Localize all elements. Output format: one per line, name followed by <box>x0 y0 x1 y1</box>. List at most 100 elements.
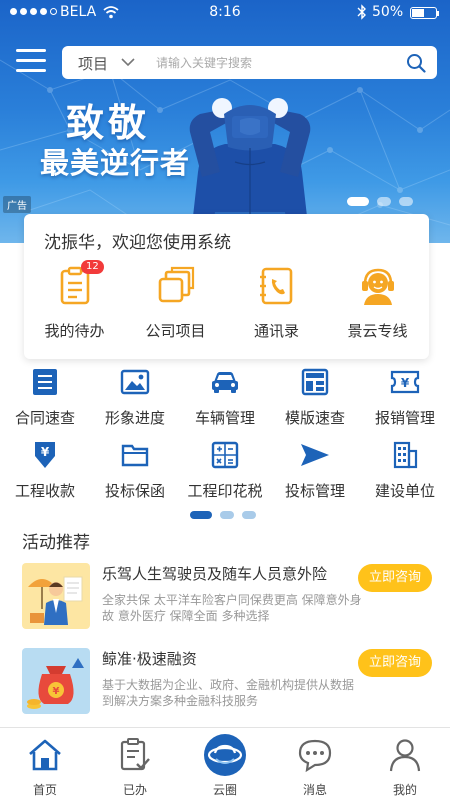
folder-icon <box>121 444 149 467</box>
user-icon <box>389 739 421 772</box>
grid-page-dot[interactable] <box>242 511 256 519</box>
banner-slogan-line2: 最美逆行者 <box>40 145 191 180</box>
grid-item-reimbursement[interactable]: ¥ 报销管理 <box>360 363 450 428</box>
image-icon <box>120 369 150 395</box>
insurance-person-icon <box>22 563 90 629</box>
cloud-circle-icon <box>204 734 246 776</box>
banner-dot[interactable] <box>399 197 413 206</box>
consult-button[interactable]: 立即咨询 <box>358 564 432 592</box>
grid-item-stamp-tax[interactable]: 工程印花税 <box>180 436 270 501</box>
car-icon <box>212 372 238 393</box>
grid-page-dot[interactable] <box>190 511 212 519</box>
activity-title: 乐驾人生驾驶员及随车人员意外险 <box>102 565 328 583</box>
home-icon <box>29 739 61 771</box>
status-bar: BELA 8:16 50% <box>0 0 450 26</box>
phonebook-icon <box>259 267 292 305</box>
tab-label: 我的 <box>392 783 417 797</box>
activity-desc: 基于大数据为企业、政府、金融机构提供从数据到解决方案多种金融科技服务 <box>102 678 355 708</box>
grid-item-label: 工程收款 <box>14 482 75 500</box>
svg-text:¥: ¥ <box>401 376 410 390</box>
grid-item-collections[interactable]: ¥ 工程收款 <box>0 436 90 501</box>
grid-item-progress-images[interactable]: 形象进度 <box>90 363 180 428</box>
grid-item-label: 合同速查 <box>14 409 75 427</box>
banner-carousel[interactable]: BELA 8:16 50% 项目 致敬 最美逆行者 广告 <box>0 0 450 243</box>
grid-item-label: 车辆管理 <box>194 409 255 427</box>
quick-item-todo[interactable]: 12 我的待办 <box>24 260 125 341</box>
grid-page-dot[interactable] <box>220 511 234 519</box>
yen-down-icon: ¥ <box>35 442 55 468</box>
headset-icon <box>361 268 394 305</box>
grid-pagination[interactable] <box>190 511 256 519</box>
quick-item-hotline[interactable]: 景云专线 <box>327 262 428 341</box>
activity-title: 鲸准·极速融资 <box>102 650 197 668</box>
grid-item-clients[interactable]: 建设单位 <box>360 436 450 501</box>
tab-label: 首页 <box>32 783 57 797</box>
tab-done[interactable]: 已办 <box>90 728 180 800</box>
activities-title: 活动推荐 <box>22 533 90 553</box>
svg-text:¥: ¥ <box>41 445 50 459</box>
svg-text:¥: ¥ <box>53 686 60 697</box>
quick-actions: 12 我的待办 公司项目 通讯录 景云专线 <box>24 260 429 341</box>
quick-item-company-projects[interactable]: 公司项目 <box>125 262 226 341</box>
send-icon <box>301 444 329 466</box>
grid-item-label: 形象进度 <box>104 409 165 427</box>
todo-count-badge: 12 <box>81 260 104 274</box>
calculator-icon <box>211 441 239 469</box>
welcome-card: 沈振华，欢迎您使用系统 12 我的待办 公司项目 通讯录 景云专线 <box>24 214 429 359</box>
tab-home[interactable]: 首页 <box>0 728 90 800</box>
quick-item-label: 通讯录 <box>253 322 299 340</box>
grid-item-label: 建设单位 <box>374 482 435 500</box>
ad-tag: 广告 <box>3 196 31 213</box>
function-grid-row: ¥ 工程收款 投标保函 工程印花税 投标管理 建设单位 <box>0 436 450 501</box>
grid-item-label: 模版速查 <box>284 409 345 427</box>
banner-dot[interactable] <box>347 197 369 206</box>
banner-slogan-line1: 致敬 <box>66 101 151 145</box>
quick-item-contacts[interactable]: 通讯录 <box>226 262 327 341</box>
quick-item-label: 景云专线 <box>347 322 408 340</box>
tab-label: 消息 <box>302 783 327 797</box>
grid-item-template-lookup[interactable]: 模版速查 <box>270 363 360 428</box>
search-scope-select[interactable]: 项目 <box>78 53 108 74</box>
welcome-text: 沈振华，欢迎您使用系统 <box>44 233 231 253</box>
grid-item-label: 投标保函 <box>104 482 165 500</box>
search-bar: 项目 <box>62 46 437 79</box>
tab-messages[interactable]: 消息 <box>270 728 360 800</box>
grid-item-vehicles[interactable]: 车辆管理 <box>180 363 270 428</box>
bottom-tab-bar: 首页 已办 云圈 消息 我的 <box>0 727 450 800</box>
battery-percentage: 50% <box>372 4 404 20</box>
ticket-icon: ¥ <box>390 370 420 394</box>
grid-item-label: 投标管理 <box>284 482 345 500</box>
activity-desc: 全家共保 太平洋车险客户同保费更高 保障意外身故 意外医疗 保障全面 多种选择 <box>102 593 362 623</box>
grid-item-contract-lookup[interactable]: 合同速查 <box>0 363 90 428</box>
search-icon[interactable] <box>406 53 426 73</box>
tab-profile[interactable]: 我的 <box>360 728 450 800</box>
quick-item-label: 我的待办 <box>44 322 105 340</box>
banner-slogan: 致敬 最美逆行者 <box>40 101 191 180</box>
banner-dot[interactable] <box>377 197 391 206</box>
chat-icon <box>298 739 332 773</box>
menu-icon[interactable] <box>16 49 46 73</box>
chevron-down-icon[interactable] <box>120 54 136 70</box>
grid-item-bid-management[interactable]: 投标管理 <box>270 436 360 501</box>
tab-label: 已办 <box>122 783 147 797</box>
tab-cloud-circle[interactable]: 云圈 <box>180 728 270 800</box>
money-bag-icon: ¥ <box>22 648 90 714</box>
grid-item-label: 报销管理 <box>374 409 435 427</box>
bluetooth-icon <box>357 4 366 20</box>
consult-button[interactable]: 立即咨询 <box>358 649 432 677</box>
grid-item-label: 工程印花税 <box>187 482 263 500</box>
function-grid: 合同速查 形象进度 车辆管理 模版速查 ¥ 报销管理 ¥ 工程收款 投标保函 工… <box>0 363 450 501</box>
activity-item[interactable]: ¥ 鲸准·极速融资 基于大数据为企业、政府、金融机构提供从数据到解决方案多种金融… <box>22 648 432 714</box>
quick-item-label: 公司项目 <box>145 322 206 340</box>
building-icon <box>393 441 418 469</box>
list-icon <box>33 369 57 395</box>
activity-item[interactable]: 乐驾人生驾驶员及随车人员意外险 全家共保 太平洋车险客户同保费更高 保障意外身故… <box>22 563 432 629</box>
banner-pagination[interactable] <box>347 197 413 206</box>
search-input[interactable] <box>156 52 386 74</box>
function-grid-row: 合同速查 形象进度 车辆管理 模版速查 ¥ 报销管理 <box>0 363 450 428</box>
done-list-icon <box>120 738 150 771</box>
grid-item-bid-bond[interactable]: 投标保函 <box>90 436 180 501</box>
tab-label: 云圈 <box>212 783 237 797</box>
layers-icon <box>158 266 194 303</box>
battery-icon <box>410 7 439 19</box>
